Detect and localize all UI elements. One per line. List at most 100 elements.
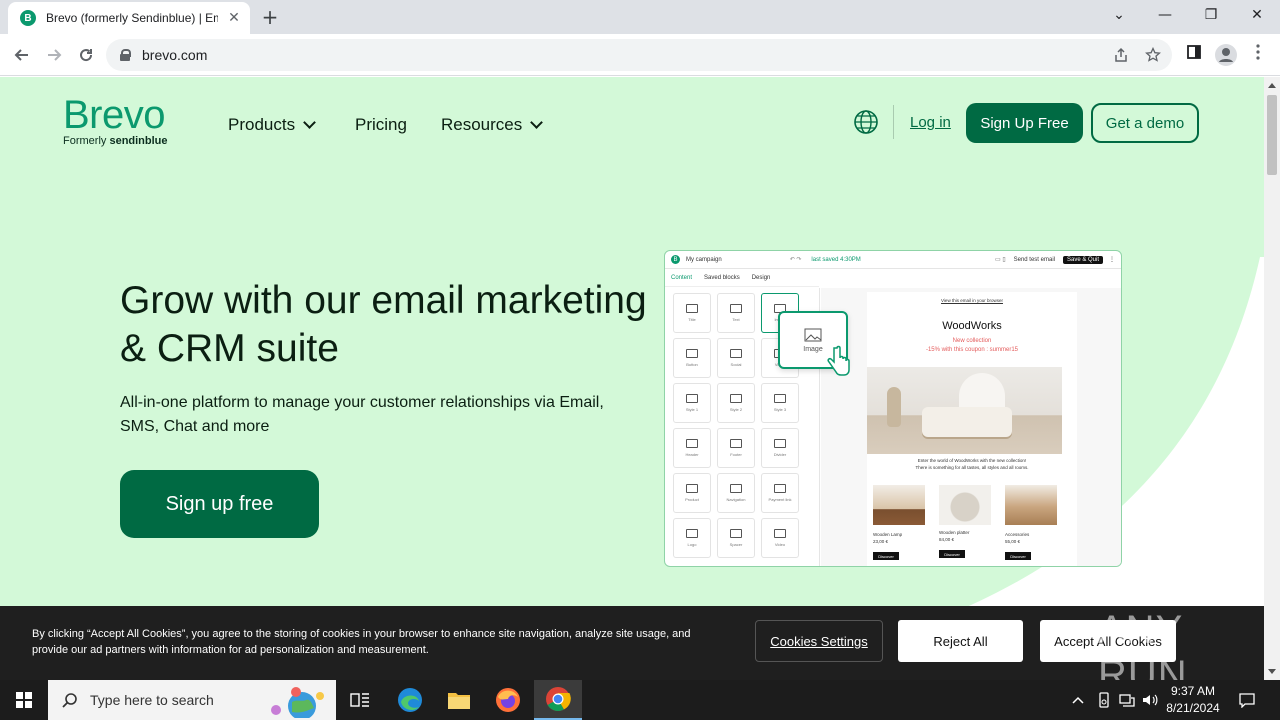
get-a-demo-button[interactable]: Get a demo	[1091, 103, 1199, 143]
folder-icon	[448, 693, 470, 709]
new-tab-button[interactable]: +	[259, 6, 281, 28]
product-price: 84,00 €	[939, 537, 955, 542]
hero-sign-up-button[interactable]: Sign up free	[120, 470, 319, 538]
product-discover-button: Discover	[939, 550, 965, 558]
cookies-settings-button[interactable]: Cookies Settings	[755, 620, 883, 662]
scroll-up-arrow-icon[interactable]	[1268, 83, 1276, 88]
block-tile: Button	[673, 338, 711, 378]
close-window-button[interactable]: ✕	[1234, 0, 1280, 30]
device-preview-icon: ▭ ▯	[994, 257, 1006, 263]
address-bar[interactable]: brevo.com	[106, 39, 1172, 71]
logo-tagline: Formerly sendinblue	[63, 135, 168, 147]
tray-device-icon[interactable]	[1094, 680, 1114, 720]
minimize-button[interactable]: —	[1142, 0, 1188, 30]
product-image-lamp	[873, 485, 925, 525]
brevo-favicon-icon: B	[20, 10, 36, 26]
block-tile: Style 2	[717, 383, 755, 423]
chevron-down-icon	[303, 116, 316, 129]
nav-resources-label: Resources	[441, 115, 523, 134]
block-tile: Logo	[673, 518, 711, 558]
photo-sofa	[922, 407, 1012, 437]
block-tile: Title	[673, 293, 711, 333]
product-name: Wooden Lamp	[873, 532, 903, 537]
dragged-block-label: Image	[803, 345, 823, 353]
living-room-photo	[867, 367, 1062, 454]
hero-headline: Grow with our email marketing & CRM suit…	[120, 279, 647, 370]
block-tile: Style 1	[673, 383, 711, 423]
brevo-mini-logo-icon: B	[671, 255, 680, 264]
cookie-banner-text: By clicking “Accept All Cookies”, you ag…	[32, 628, 691, 656]
email-brand: WoodWorks	[942, 320, 1002, 332]
close-tab-icon[interactable]: ✕	[226, 10, 242, 26]
login-link[interactable]: Log in	[910, 114, 951, 131]
chrome-taskbar-button[interactable]	[534, 680, 582, 720]
sign-up-free-button[interactable]: Sign Up Free	[966, 103, 1083, 143]
file-explorer-taskbar-button[interactable]	[435, 680, 483, 720]
forward-button[interactable]	[41, 42, 67, 68]
reload-button[interactable]	[73, 42, 99, 68]
start-button[interactable]	[0, 680, 48, 720]
firefox-taskbar-button[interactable]	[484, 680, 532, 720]
search-placeholder: Type here to search	[90, 692, 214, 708]
reload-icon	[80, 49, 93, 62]
nav-products[interactable]: Products	[228, 115, 316, 135]
nav-pricing-label: Pricing	[355, 115, 407, 134]
email-intro-2: There is something for all tastes, all s…	[915, 465, 1029, 470]
network-icon[interactable]	[1117, 680, 1137, 720]
product-image-platter	[939, 485, 991, 525]
chevron-down-icon	[530, 116, 544, 129]
block-tile: Payment link	[761, 473, 799, 513]
scroll-down-arrow-icon[interactable]	[1268, 669, 1276, 674]
browser-tab-strip: B Brevo (formerly Sendinblue) | Em ✕ + ⌄…	[0, 0, 1280, 34]
restore-button[interactable]: ❐	[1188, 0, 1234, 30]
task-view-button[interactable]	[336, 680, 384, 720]
taskbar-clock[interactable]: 9:37 AM 8/21/2024	[1158, 683, 1228, 717]
nav-resources[interactable]: Resources	[441, 115, 544, 135]
clock-date: 8/21/2024	[1166, 701, 1220, 715]
image-placeholder-icon	[804, 328, 822, 341]
side-panel-icon[interactable]	[1183, 44, 1205, 66]
brevo-page: Brevo Formerly sendinblue Products Prici…	[0, 77, 1264, 680]
kebab-menu-icon[interactable]	[1247, 44, 1269, 66]
back-button[interactable]	[9, 42, 35, 68]
email-intro: Enter the world of WoodWorks with the ne…	[917, 458, 1027, 463]
product-price: 55,00 €	[1005, 539, 1021, 544]
globe-language-icon[interactable]	[853, 109, 879, 135]
page-scrollbar[interactable]	[1264, 77, 1280, 680]
photo-vase	[887, 387, 901, 427]
edge-taskbar-button[interactable]	[386, 680, 434, 720]
tab-search-button[interactable]: ⌄	[1096, 0, 1142, 30]
block-tile: Divider	[761, 428, 799, 468]
scroll-thumb[interactable]	[1267, 95, 1277, 175]
browser-tab[interactable]: B Brevo (formerly Sendinblue) | Em ✕	[8, 2, 250, 34]
share-icon[interactable]	[1112, 47, 1130, 65]
mockup-more-icon: ⋮	[1109, 257, 1115, 263]
edge-browser-icon	[398, 688, 422, 712]
mockup-save-quit: Save & Quit	[1062, 255, 1103, 264]
nav-pricing[interactable]: Pricing	[355, 115, 407, 135]
logo-tagline-prefix: Formerly	[63, 135, 110, 147]
bookmark-star-icon[interactable]	[1144, 46, 1162, 65]
block-tile: Header	[673, 428, 711, 468]
block-tile: Text	[717, 293, 755, 333]
tab-title: Brevo (formerly Sendinblue) | Em	[46, 11, 218, 25]
tray-overflow-chevron-icon[interactable]	[1068, 680, 1088, 720]
profile-avatar-icon[interactable]	[1215, 44, 1237, 66]
block-tile: Product	[673, 473, 711, 513]
hero-subheadline: All-in-one platform to manage your custo…	[120, 394, 604, 435]
mockup-tab: Saved blocks	[704, 274, 740, 281]
taskbar-search-box[interactable]: Type here to search	[48, 680, 336, 720]
firefox-icon	[496, 688, 520, 712]
email-view-link: View this email in your browser	[941, 298, 1003, 303]
reject-all-button[interactable]: Reject All	[898, 620, 1023, 662]
product-name: Accessories	[1005, 532, 1030, 537]
brevo-logo[interactable]: Brevo Formerly sendinblue	[63, 95, 168, 147]
notification-center-icon[interactable]	[1234, 680, 1260, 720]
block-tile: Navigation	[717, 473, 755, 513]
mockup-topbar: B My campaign ↶ ↷ last saved 4:30PM ▭ ▯ …	[665, 251, 1121, 269]
volume-icon[interactable]	[1140, 680, 1160, 720]
forward-arrow-icon	[48, 49, 62, 61]
search-icon	[62, 693, 77, 708]
lock-icon	[120, 49, 131, 61]
search-highlight-globe-icon	[271, 687, 324, 718]
